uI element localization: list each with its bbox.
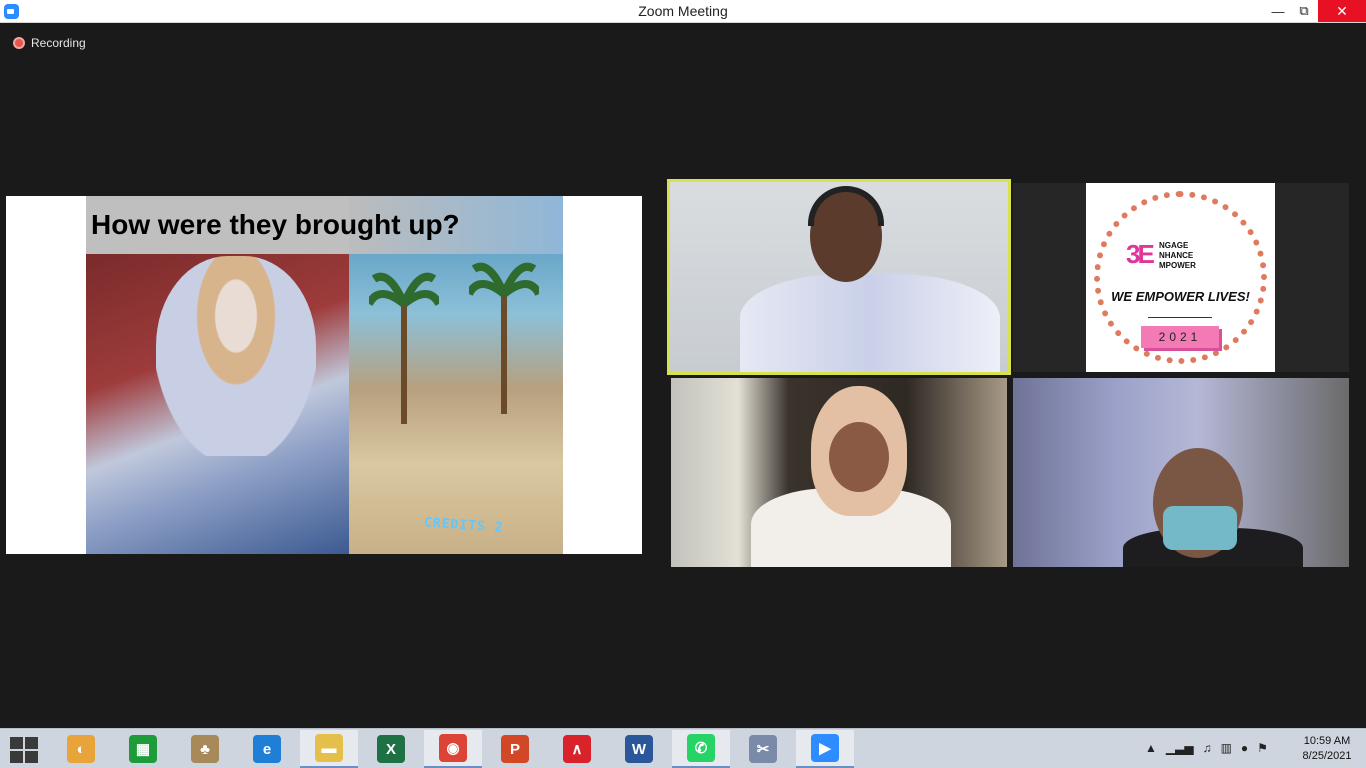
zoom-icon: ▶ <box>811 734 839 762</box>
logo-words: NGAGE NHANCE MPOWER <box>1159 241 1196 271</box>
acrobat-icon: ∧ <box>563 735 591 763</box>
logo-divider <box>1148 317 1212 318</box>
shared-screen[interactable]: How were they brought up? CREDITS 2 <box>6 196 642 554</box>
show-hidden-icons-icon[interactable]: ▲ <box>1145 741 1157 755</box>
store-app-icon: ▦ <box>129 735 157 763</box>
paint-app-icon: ◐ <box>67 735 95 763</box>
palm-tree-graphic <box>469 262 539 414</box>
logo-mark: 3E <box>1126 239 1155 269</box>
clock-time: 10:59 AM <box>1303 735 1351 747</box>
logo-tagline: WE EMPOWER LIVES! <box>1111 289 1250 304</box>
action-center-flag-icon[interactable]: ⚑ <box>1257 741 1268 755</box>
taskbar-button-snipping-tool[interactable]: ✂ <box>734 730 792 768</box>
recording-label: Recording <box>31 36 86 50</box>
file-explorer-icon: ▬ <box>315 734 343 762</box>
windows-start-button[interactable] <box>10 737 38 763</box>
taskbar-button-zoom[interactable]: ▶ <box>796 730 854 768</box>
logo-word-engage: NGAGE <box>1159 241 1189 250</box>
window-titlebar: Zoom Meeting — ⧉ ✕ <box>0 0 1366 23</box>
video-tile-logo[interactable]: 3E NGAGE NHANCE MPOWER WE EMPOWER LIVES!… <box>1013 183 1349 372</box>
powerpoint-icon: P <box>501 735 529 763</box>
mahjong-app-icon: ♣ <box>191 735 219 763</box>
video-tile-participant[interactable] <box>1013 378 1349 567</box>
close-button[interactable]: ✕ <box>1318 0 1366 22</box>
taskbar-button-excel[interactable]: X <box>362 730 420 768</box>
slide-photo-girl <box>156 256 316 456</box>
logo-year-badge: 2021 <box>1141 326 1219 348</box>
taskbar: ◐ ▦ ♣ e ▬ X ◉ P ∧ W ✆ ✂ ▶ ▲ ▁▃▅ ♫ ▥ ● ⚑ 10:59 AM 8/2… <box>0 728 1366 768</box>
antivirus-icon[interactable]: ● <box>1241 741 1248 755</box>
taskbar-button-whatsapp[interactable]: ✆ <box>672 730 730 768</box>
window-title: Zoom Meeting <box>638 3 728 19</box>
system-tray: ▲ ▁▃▅ ♫ ▥ ● ⚑ <box>1145 741 1268 755</box>
record-icon <box>13 37 25 49</box>
word-icon: W <box>625 735 653 763</box>
taskbar-button-store-app[interactable]: ▦ <box>114 730 172 768</box>
recording-indicator[interactable]: Recording <box>13 36 86 50</box>
taskbar-button-word[interactable]: W <box>610 730 668 768</box>
network-icon[interactable]: ▁▃▅ <box>1166 741 1194 755</box>
taskbar-button-acrobat[interactable]: ∧ <box>548 730 606 768</box>
taskbar-button-chrome[interactable]: ◉ <box>424 730 482 768</box>
logo-word-enhance: NHANCE <box>1159 251 1194 260</box>
windows-logo-icon <box>10 737 23 749</box>
taskbar-button-internet-explorer[interactable]: e <box>238 730 296 768</box>
organization-logo: 3E NGAGE NHANCE MPOWER WE EMPOWER LIVES!… <box>1086 183 1275 372</box>
excel-icon: X <box>377 735 405 763</box>
whatsapp-icon: ✆ <box>687 734 715 762</box>
snipping-tool-icon: ✂ <box>749 735 777 763</box>
slide-title: How were they brought up? <box>91 209 460 240</box>
volume-icon[interactable]: ♫ <box>1203 741 1212 755</box>
clock-date: 8/25/2021 <box>1302 750 1352 762</box>
video-tile-participant[interactable] <box>671 378 1007 567</box>
taskbar-clock[interactable]: 10:59 AM 8/25/2021 <box>1292 734 1362 764</box>
palm-tree-graphic <box>369 272 439 424</box>
taskbar-button-file-explorer[interactable]: ▬ <box>300 730 358 768</box>
internet-explorer-icon: e <box>253 735 281 763</box>
taskbar-button-mahjong-app[interactable]: ♣ <box>176 730 234 768</box>
chrome-icon: ◉ <box>439 734 467 762</box>
taskbar-button-powerpoint[interactable]: P <box>486 730 544 768</box>
power-icon[interactable]: ▥ <box>1221 741 1232 755</box>
slide-photo-game-screen <box>349 254 563 554</box>
video-tile-active-speaker[interactable] <box>667 179 1011 375</box>
logo-word-empower: MPOWER <box>1159 261 1196 270</box>
taskbar-button-paint-app[interactable]: ◐ <box>52 730 110 768</box>
